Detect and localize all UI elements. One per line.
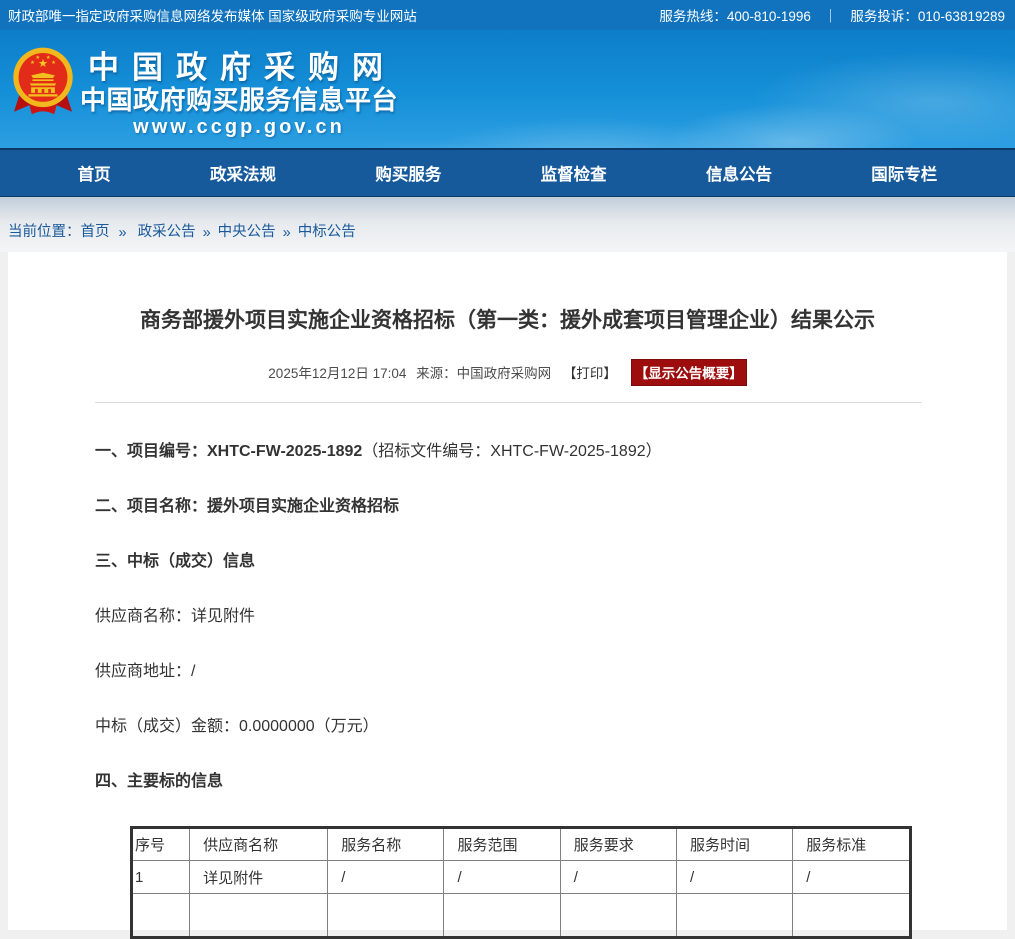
col-service-requirement: 服务要求 <box>560 828 676 861</box>
article-panel: 商务部援外项目实施企业资格招标（第一类：援外成套项目管理企业）结果公示 2025… <box>8 252 1007 930</box>
col-service-time: 服务时间 <box>677 828 793 861</box>
col-service-standard: 服务标准 <box>793 828 911 861</box>
breadcrumb-award-announcements[interactable]: 中标公告 <box>298 220 356 241</box>
breadcrumb-central-announcements[interactable]: 中央公告 <box>218 220 276 241</box>
para-main-subject-heading: 四、主要标的信息 <box>95 771 1007 792</box>
site-logo[interactable]: 中国政府采购网 中国政府购买服务信息平台 www.ccgp.gov.cn <box>78 51 400 140</box>
table-row <box>132 894 911 938</box>
svg-text:★: ★ <box>35 55 40 61</box>
article-source: 来源：中国政府采购网 <box>416 366 551 381</box>
site-slogan: 财政部唯一指定政府采购信息网络发布媒体 国家级政府采购专业网站 <box>8 5 417 25</box>
svg-text:★: ★ <box>30 60 35 66</box>
col-supplier-name: 供应商名称 <box>190 828 328 861</box>
para-supplier-address: 供应商地址：/ <box>95 661 1007 682</box>
para-supplier-name: 供应商名称：详见附件 <box>95 606 1007 627</box>
breadcrumb-home[interactable]: 首页 <box>81 220 110 241</box>
article-meta: 2025年12月12日 17:04 来源：中国政府采购网 【打印】 【显示公告概… <box>8 359 1007 386</box>
main-nav: 首页 政采法规 购买服务 监督检查 信息公告 国际专栏 <box>0 148 1015 197</box>
print-button[interactable]: 【打印】 <box>563 366 617 381</box>
service-complaint: 服务投诉：010-63819289 <box>850 5 1005 25</box>
breadcrumb-label: 当前位置： <box>8 220 81 241</box>
nav-item-supervision[interactable]: 监督检查 <box>541 161 607 185</box>
service-hotline: 服务热线：400-810-1996 <box>659 5 811 25</box>
nav-item-home[interactable]: 首页 <box>78 161 111 185</box>
svg-text:★: ★ <box>51 60 56 66</box>
col-service-scope: 服务范围 <box>444 828 560 861</box>
topbar-divider: ｜ <box>824 5 838 25</box>
para-award-info-heading: 三、中标（成交）信息 <box>95 551 1007 572</box>
site-subtitle: 中国政府购买服务信息平台 <box>78 85 400 115</box>
national-emblem-icon: ★ ★ ★ ★ ★ <box>10 45 76 119</box>
col-serial-number: 序号 <box>132 828 190 861</box>
para-award-amount: 中标（成交）金额：0.0000000（万元） <box>95 716 1007 737</box>
nav-item-international[interactable]: 国际专栏 <box>871 161 937 185</box>
para-project-number: 一、项目编号：XHTC-FW-2025-1892（招标文件编号：XHTC-FW-… <box>95 441 1007 462</box>
breadcrumb-separator: » <box>119 225 127 241</box>
publish-datetime: 2025年12月12日 17:04 <box>268 366 406 381</box>
nav-item-regulations[interactable]: 政采法规 <box>210 161 276 185</box>
top-service-bar: 财政部唯一指定政府采购信息网络发布媒体 国家级政府采购专业网站 服务热线：400… <box>0 0 1015 30</box>
para-project-name: 二、项目名称：援外项目实施企业资格招标 <box>95 496 1007 517</box>
site-header: ★ ★ ★ ★ ★ 中国政府采购网 中国政府购买服务信息平台 www.ccgp.… <box>0 30 1015 148</box>
nav-item-announcements[interactable]: 信息公告 <box>706 161 772 185</box>
main-subject-table: 序号 供应商名称 服务名称 服务范围 服务要求 服务时间 服务标准 1 详见附件… <box>130 826 912 939</box>
breadcrumb-separator: » <box>283 225 291 241</box>
svg-text:★: ★ <box>46 55 51 61</box>
breadcrumb-separator: » <box>203 225 211 241</box>
breadcrumb: 当前位置： 首页 » 政采公告 » 中央公告 » 中标公告 <box>0 197 1015 252</box>
show-summary-button[interactable]: 【显示公告概要】 <box>631 359 747 386</box>
site-url: www.ccgp.gov.cn <box>78 115 400 140</box>
page-title: 商务部援外项目实施企业资格招标（第一类：援外成套项目管理企业）结果公示 <box>8 252 1007 334</box>
table-header-row: 序号 供应商名称 服务名称 服务范围 服务要求 服务时间 服务标准 <box>132 828 911 861</box>
col-service-name: 服务名称 <box>328 828 444 861</box>
site-name: 中国政府采购网 <box>84 51 400 85</box>
breadcrumb-procurement-announcements[interactable]: 政采公告 <box>138 220 196 241</box>
nav-item-purchase-services[interactable]: 购买服务 <box>375 161 441 185</box>
article-body: 一、项目编号：XHTC-FW-2025-1892（招标文件编号：XHTC-FW-… <box>8 403 1007 792</box>
table-row: 1 详见附件 / / / / / <box>132 861 911 894</box>
